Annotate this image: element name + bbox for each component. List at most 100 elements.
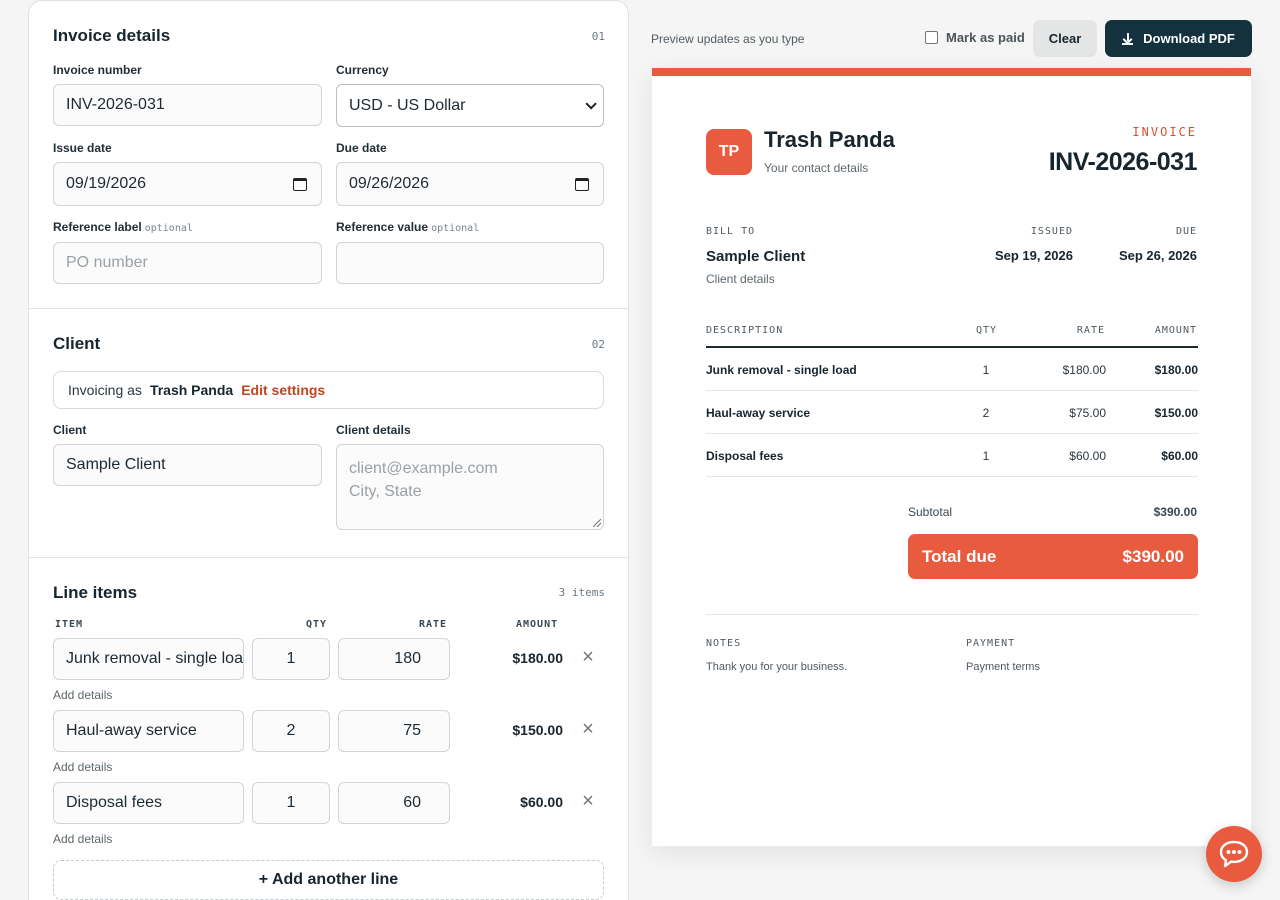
- add-details-link[interactable]: Add details: [53, 688, 112, 702]
- invoice-details-section: Invoice details 01 Invoice number INV-20…: [29, 1, 628, 308]
- item-amount: $180.00: [512, 650, 563, 666]
- preview-contact: Your contact details: [764, 161, 869, 175]
- download-icon: [1122, 32, 1134, 45]
- item-name-input[interactable]: Junk removal - single load: [53, 638, 244, 680]
- row-rate: $180.00: [1062, 363, 1106, 377]
- col-header-rate: RATE: [419, 619, 448, 630]
- item-rate-input[interactable]: 75: [338, 710, 450, 752]
- row-amount: $60.00: [1161, 449, 1198, 463]
- col-header-item: ITEM: [55, 619, 84, 630]
- invoice-form-panel: Invoice details 01 Invoice number INV-20…: [28, 0, 629, 900]
- invoice-number-label: Invoice number: [53, 63, 142, 77]
- item-qty-input[interactable]: 1: [252, 638, 330, 680]
- invoicing-as-bar: Invoicing as Trash Panda Edit settings: [53, 371, 604, 409]
- currency-label: Currency: [336, 63, 389, 77]
- issued-date: Sep 19, 2026: [994, 248, 1073, 263]
- add-details-link[interactable]: Add details: [53, 832, 112, 846]
- mark-paid-checkbox[interactable]: [925, 31, 938, 44]
- col-header-qty: QTY: [306, 619, 328, 630]
- preview-business-name: Trash Panda: [764, 127, 895, 152]
- due-label: DUE: [1175, 226, 1197, 237]
- line-item-row: Disposal fees 1 60 $60.00 × Add details: [29, 782, 628, 854]
- placeholder-line: client@example.com: [349, 460, 498, 477]
- reference-label-input[interactable]: PO number: [53, 242, 322, 284]
- optional-tag: optional: [144, 223, 193, 234]
- due-date-value: 09/26/2026: [349, 175, 430, 192]
- currency-select[interactable]: USD - US Dollar: [336, 84, 604, 127]
- table-row: Junk removal - single load 1 $180.00 $18…: [706, 348, 1198, 391]
- payment-label: PAYMENT: [966, 638, 1016, 649]
- label-text: Reference value: [336, 220, 429, 234]
- placeholder-line: City, State: [349, 483, 422, 500]
- notes-label: NOTES: [706, 638, 742, 649]
- th-qty: QTY: [976, 325, 998, 336]
- add-line-button[interactable]: + Add another line: [53, 860, 604, 900]
- mark-as-paid-toggle[interactable]: Mark as paid: [925, 30, 1025, 45]
- row-description: Haul-away service: [706, 406, 811, 420]
- chat-button[interactable]: [1206, 826, 1262, 882]
- accent-bar: [652, 68, 1251, 76]
- subtotal-value: $390.00: [1153, 505, 1197, 519]
- client-details-label: Client details: [336, 423, 411, 437]
- close-icon[interactable]: ×: [577, 646, 599, 668]
- client-details-textarea[interactable]: client@example.com City, State: [336, 444, 604, 530]
- item-rate-input[interactable]: 180: [338, 638, 450, 680]
- calendar-icon[interactable]: [575, 177, 589, 191]
- due-date-input[interactable]: 09/26/2026: [336, 162, 604, 206]
- clear-button[interactable]: Clear: [1033, 20, 1097, 57]
- resize-handle[interactable]: [593, 519, 601, 527]
- row-qty: 2: [982, 406, 990, 420]
- line-item-row: Junk removal - single load 1 180 $180.00…: [29, 638, 628, 710]
- item-rate-input[interactable]: 60: [338, 782, 450, 824]
- row-rate: $75.00: [1069, 406, 1106, 420]
- item-amount: $150.00: [512, 722, 563, 738]
- download-pdf-button[interactable]: Download PDF: [1105, 20, 1252, 57]
- calendar-icon[interactable]: [293, 177, 307, 191]
- row-rate: $60.00: [1069, 449, 1106, 463]
- th-description: DESCRIPTION: [706, 325, 784, 336]
- add-details-link[interactable]: Add details: [53, 760, 112, 774]
- label-text: Reference label: [53, 220, 142, 234]
- section-number: 02: [591, 338, 605, 351]
- item-name-input[interactable]: Haul-away service: [53, 710, 244, 752]
- invoice-number-input[interactable]: INV-2026-031: [53, 84, 322, 126]
- section-title: Client: [53, 334, 101, 353]
- issue-date-value: 09/19/2026: [66, 175, 147, 192]
- total-value: $390.00: [1122, 546, 1184, 566]
- table-row: Disposal fees 1 $60.00 $60.00: [706, 434, 1198, 477]
- close-icon[interactable]: ×: [577, 718, 599, 740]
- item-name-input[interactable]: Disposal fees: [53, 782, 244, 824]
- notes-text: Thank you for your business.: [706, 661, 848, 673]
- client-input[interactable]: Sample Client: [53, 444, 322, 486]
- chevron-down-icon: [585, 97, 597, 110]
- payment-text: Payment terms: [966, 661, 1040, 673]
- total-label: Total due: [922, 546, 997, 566]
- optional-tag: optional: [431, 223, 480, 234]
- client-section: Client 02 Invoicing as Trash Panda Edit …: [29, 308, 628, 557]
- chat-bubble-icon: [1219, 840, 1249, 868]
- issue-date-input[interactable]: 09/19/2026: [53, 162, 322, 206]
- item-qty-input[interactable]: 1: [252, 782, 330, 824]
- currency-value: USD - US Dollar: [349, 96, 466, 114]
- item-count: 3 items: [558, 586, 605, 599]
- line-items-section: Line items 3 items ITEM QTY RATE AMOUNT …: [29, 557, 628, 900]
- reference-value-label: Reference value optional: [336, 220, 479, 234]
- preview-invoice-number: INV-2026-031: [1048, 148, 1198, 176]
- close-icon[interactable]: ×: [577, 790, 599, 812]
- issue-date-label: Issue date: [53, 141, 112, 155]
- issued-label: ISSUED: [1030, 226, 1073, 237]
- client-label: Client: [53, 423, 87, 437]
- download-label: Download PDF: [1143, 31, 1235, 46]
- edit-settings-link[interactable]: Edit settings: [241, 382, 325, 398]
- due-date-label: Due date: [336, 141, 387, 155]
- preview-client-name: Sample Client: [706, 248, 806, 265]
- line-item-row: Haul-away service 2 75 $150.00 × Add det…: [29, 710, 628, 782]
- invoice-preview: TP Trash Panda Your contact details INVO…: [651, 67, 1252, 847]
- reference-value-input[interactable]: [336, 242, 604, 284]
- bill-to-label: BILL TO: [706, 226, 756, 237]
- preview-hint: Preview updates as you type: [651, 32, 805, 46]
- preview-client-details: Client details: [706, 272, 775, 286]
- item-amount: $60.00: [520, 794, 563, 810]
- th-rate: RATE: [1076, 325, 1105, 336]
- item-qty-input[interactable]: 2: [252, 710, 330, 752]
